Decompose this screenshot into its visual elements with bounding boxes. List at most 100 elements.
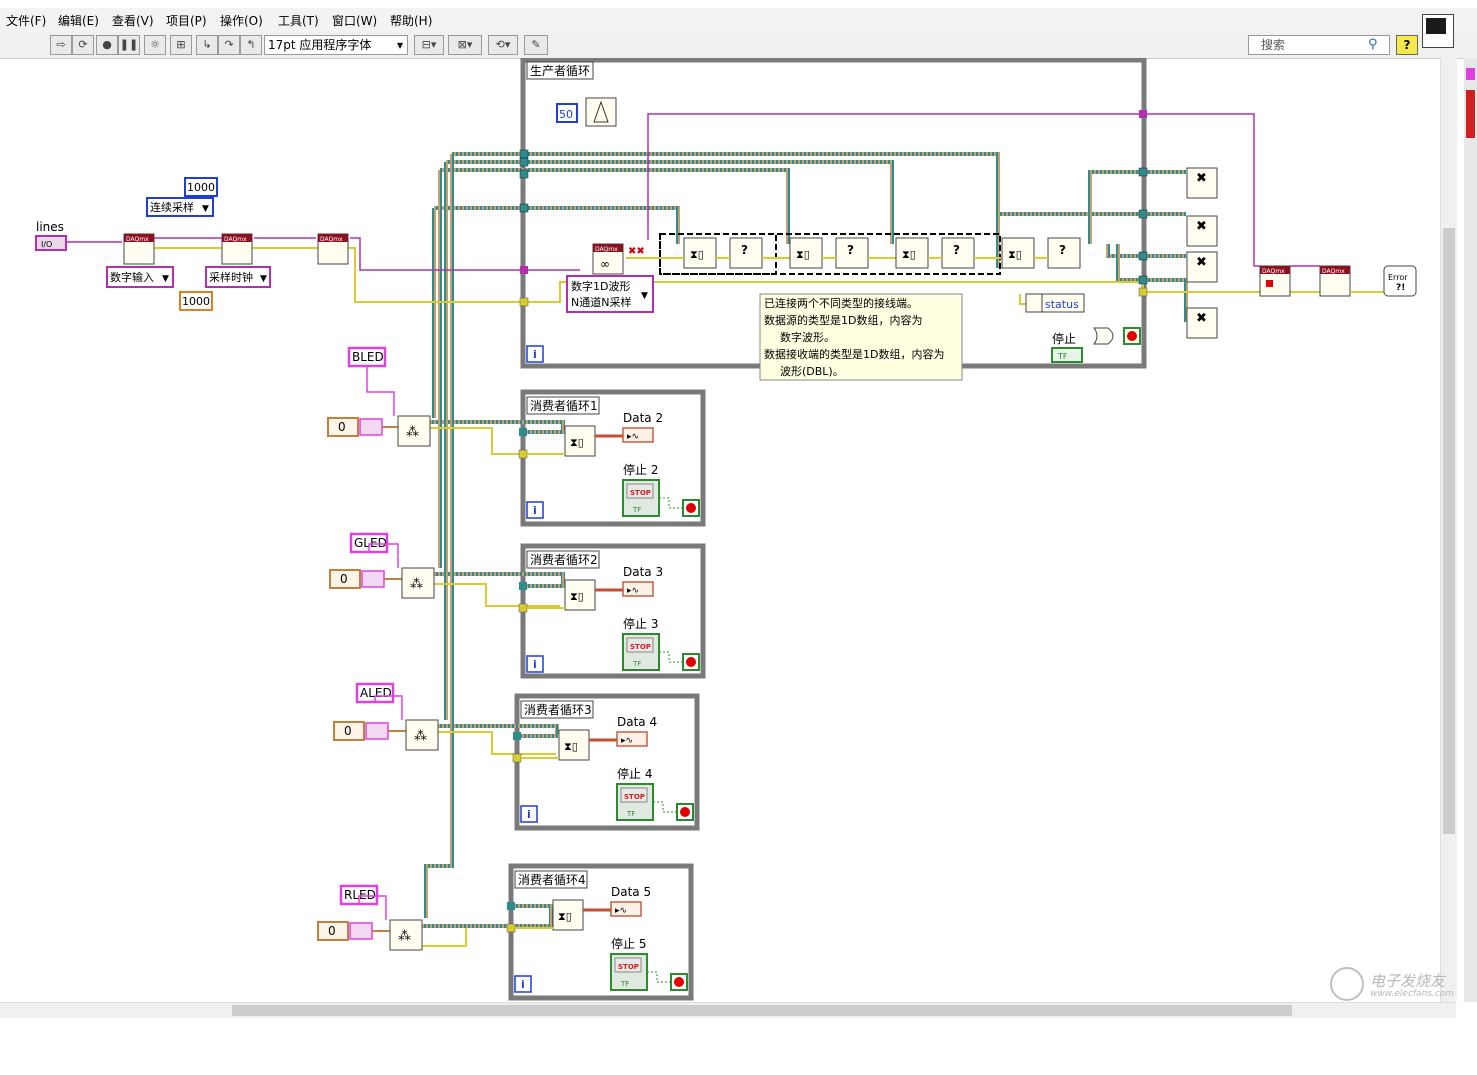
tunnel [519,149,529,159]
vertical-scroll-thumb[interactable] [1443,228,1455,834]
stop-square-icon [1266,280,1273,287]
dropdown-arrow-icon: ▼ [260,274,267,284]
vertical-scrollbar[interactable] [1440,58,1457,1002]
stop-button-text: STOP [618,963,639,971]
menu-file[interactable]: 文件(F) [6,12,46,29]
tooltip-line-2: 数据源的类型是1D数组，内容为 [764,313,922,327]
waveform-constant-icon [349,922,373,940]
question-icon: ? [741,243,748,257]
stop-button-text: STOP [630,489,651,497]
iteration-label: i [527,808,531,821]
search-icon[interactable]: ⚲ [1368,37,1378,52]
stop-button-tf: TF [632,660,641,668]
menu-view[interactable]: 查看(V) [112,12,154,29]
menu-window[interactable]: 窗口(W) [332,12,377,29]
or-function-node[interactable] [1093,327,1114,345]
step-over-icon[interactable]: ↷ [218,35,240,55]
element-type-value: 0 [344,724,352,738]
stop-button-tf: TF [632,506,641,514]
stop-if-true-icon [1127,331,1137,341]
stop-if-true-icon [686,503,696,513]
watermark-text: 电子发烧友 [1370,972,1446,990]
menu-tools[interactable]: 工具(T) [278,12,319,29]
hourglass-icon: ⧗▯ [796,248,810,261]
tooltip-line-1: 已连接两个不同类型的接线端。 [764,296,918,310]
unbundle-status-node[interactable] [1025,293,1043,313]
watermark: 电子发烧友 www.elecfans.com [1330,965,1470,1005]
retain-wire-values-icon[interactable]: ⊞ [170,35,192,55]
menu-help[interactable]: 帮助(H) [390,12,432,29]
dropdown-arrow-icon: ▼ [202,204,209,214]
run-arrow-icon[interactable]: ⇨ [50,35,72,55]
distribute-objects-icon[interactable]: ⊠▾ [448,35,482,55]
consumer-loop-label: 消费者循环3 [524,703,592,717]
diagram-canvas[interactable]: 生产者循环 50 lines I/O 1000 连续采样 ▼ DAQmx 数字输… [0,57,1477,1018]
io-icon: I/O [41,240,52,249]
obtain-queue-icon: ⁂ [406,425,419,440]
abort-icon[interactable]: ● [96,35,118,55]
step-out-icon[interactable]: ↰ [240,35,262,55]
error-handler-text: Error [1388,273,1408,282]
daqmx-banner-text: DAQmx [224,236,247,243]
iteration-label: i [533,658,537,671]
highlight-execution-icon[interactable]: ☼ [144,35,166,55]
reorder-icon[interactable]: ⟲▾ [488,35,518,55]
iteration-label: i [521,978,525,991]
block-diagram[interactable]: 生产者循环 50 lines I/O 1000 连续采样 ▼ DAQmx 数字输… [0,57,1477,1075]
run-continuous-icon[interactable]: ⟳ [72,35,94,55]
question-icon: ? [953,243,960,257]
menu-operate[interactable]: 操作(O) [220,12,263,29]
consumer-loop-label: 消费者循环1 [530,399,598,413]
iteration-label: i [533,348,537,361]
dropdown-arrow-icon: ▼ [162,274,169,284]
tooltip-line-5: 波形(DBL)。 [780,365,844,378]
hourglass-icon: ⧗▯ [690,248,704,261]
tunnel [519,169,529,179]
release-wire-1 [1088,170,1186,244]
daqmx-banner-text: DAQmx [320,236,343,243]
daqmx-banner-text: DAQmx [1322,268,1345,275]
queue-wire-4 [434,206,680,244]
daqmx-banner-text: DAQmx [595,246,618,253]
horizontal-scrollbar[interactable] [0,1002,1456,1018]
task-tunnel-out [1139,110,1147,118]
glasses-icon: ∞ [600,257,610,271]
watermark-logo-icon [1330,967,1364,1001]
tunnel [1138,251,1148,261]
obtain-queue-icon: ⁂ [414,729,427,744]
clean-up-diagram-icon[interactable]: ✎ [524,35,548,55]
menu-project[interactable]: 项目(P) [166,12,207,29]
read-mode-line-2: N通道N采样 [571,295,631,309]
daqmx-banner-text: DAQmx [126,236,149,243]
pause-icon[interactable]: ❚❚ [118,35,140,55]
tunnel [513,732,521,740]
wait-ms-value: 50 [559,108,573,121]
consumer-loop-label: 消费者循环4 [518,873,586,887]
hourglass-icon: ⧗▯ [902,248,916,261]
font-select[interactable]: 17pt 应用程序字体 ▾ [264,35,408,55]
horizontal-scroll-thumb[interactable] [232,1005,1292,1016]
queue-wire-2 [446,160,894,244]
broken-wire-icon: ✖✖ [628,246,645,257]
context-help-button[interactable]: ? [1396,35,1418,55]
samples-bottom-value: 1000 [182,295,210,308]
queue-name-text: RLED [344,888,376,902]
tools-palette-edge [1464,58,1477,1002]
boolean-wire [659,497,683,509]
step-into-icon[interactable]: ↳ [196,35,218,55]
tunnel [519,157,529,167]
status-text: status [1045,298,1079,311]
samples-top-value: 1000 [187,181,215,194]
digital-input-text: 数字输入 [110,270,154,284]
waveform-constant-icon [361,570,385,588]
menu-edit[interactable]: 编辑(E) [58,12,99,29]
read-mode-line-1: 数字1D波形 [571,279,630,293]
stop-button-text: STOP [624,793,645,801]
hourglass-icon: ⧗▯ [570,590,584,603]
vi-icon [1422,14,1454,48]
element-type-value: 0 [328,924,336,938]
stop-main-tf: TF [1057,352,1068,361]
align-objects-icon[interactable]: ⊟▾ [414,35,444,55]
question-icon: ? [1059,243,1066,257]
release-x-icon: ✖ [1196,311,1207,326]
